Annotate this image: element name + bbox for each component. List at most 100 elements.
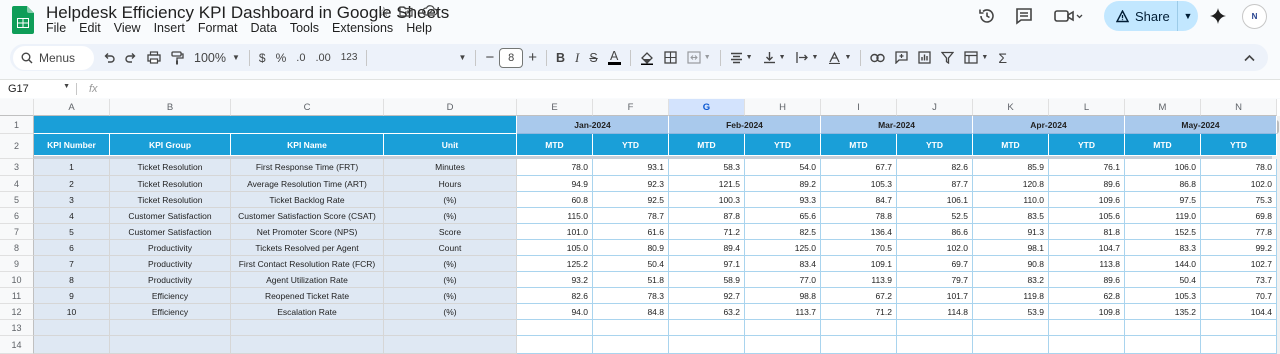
period-header[interactable]: YTD <box>897 134 973 156</box>
period-header[interactable]: MTD <box>1125 134 1201 156</box>
period-header[interactable]: MTD <box>973 134 1049 156</box>
kpi-value[interactable]: 67.7 <box>821 159 897 176</box>
kpi-value[interactable]: 78.7 <box>593 208 669 224</box>
kpi-cell-num[interactable]: 7 <box>34 256 110 272</box>
cloud-saved-icon[interactable] <box>421 4 438 18</box>
search-menus[interactable]: Menus <box>13 45 94 70</box>
menu-insert[interactable]: Insert <box>154 21 185 35</box>
empty-cell[interactable] <box>973 320 1049 336</box>
kpi-value[interactable]: 71.2 <box>669 224 745 240</box>
empty-cell[interactable] <box>897 336 973 354</box>
kpi-value[interactable]: 119.8 <box>973 288 1049 304</box>
empty-cell[interactable] <box>1049 336 1125 354</box>
kpi-value[interactable]: 102.7 <box>1201 256 1277 272</box>
period-header[interactable]: YTD <box>1049 134 1125 156</box>
kpi-value[interactable]: 67.2 <box>821 288 897 304</box>
menu-format[interactable]: Format <box>198 21 238 35</box>
empty-cell[interactable] <box>669 336 745 354</box>
kpi-value[interactable]: 86.8 <box>1125 176 1201 192</box>
period-header[interactable]: MTD <box>669 134 745 156</box>
row-header-5[interactable]: 5 <box>0 192 34 208</box>
row-header-9[interactable]: 9 <box>0 256 34 272</box>
kpi-value[interactable]: 76.1 <box>1049 159 1125 176</box>
decrease-decimal-button[interactable]: .0 <box>291 46 310 70</box>
kpi-cell-name[interactable]: Reopened Ticket Rate <box>231 288 384 304</box>
horizontal-align-button[interactable]: ▼ <box>725 46 758 70</box>
kpi-value[interactable]: 61.6 <box>593 224 669 240</box>
kpi-value[interactable]: 100.3 <box>669 192 745 208</box>
kpi-value[interactable]: 78.0 <box>517 159 593 176</box>
kpi-value[interactable]: 84.8 <box>593 304 669 320</box>
kpi-value[interactable]: 136.4 <box>821 224 897 240</box>
insert-link-button[interactable] <box>865 46 890 70</box>
kpi-value[interactable]: 113.9 <box>821 272 897 288</box>
kpi-value[interactable]: 71.2 <box>821 304 897 320</box>
kpi-value[interactable]: 51.8 <box>593 272 669 288</box>
kpi-cell-unit[interactable]: Score <box>384 224 517 240</box>
kpi-value[interactable]: 109.1 <box>821 256 897 272</box>
empty-cell[interactable] <box>384 320 517 336</box>
kpi-value[interactable]: 77.8 <box>1201 224 1277 240</box>
kpi-value[interactable]: 82.6 <box>897 159 973 176</box>
empty-cell[interactable] <box>517 336 593 354</box>
kpi-cell-group[interactable]: Efficiency <box>110 288 231 304</box>
kpi-value[interactable]: 119.0 <box>1125 208 1201 224</box>
kpi-cell-num[interactable]: 4 <box>34 208 110 224</box>
empty-cell[interactable] <box>1125 320 1201 336</box>
kpi-value[interactable]: 98.1 <box>973 240 1049 256</box>
column-header-k[interactable]: K <box>973 99 1049 116</box>
period-header[interactable]: YTD <box>593 134 669 156</box>
kpi-cell-num[interactable]: 3 <box>34 192 110 208</box>
column-header-h[interactable]: H <box>745 99 821 116</box>
kpi-value[interactable]: 101.7 <box>897 288 973 304</box>
empty-cell[interactable] <box>110 320 231 336</box>
kpi-value[interactable]: 70.5 <box>821 240 897 256</box>
kpi-value[interactable]: 83.2 <box>973 272 1049 288</box>
column-header-j[interactable]: J <box>897 99 973 116</box>
column-header-l[interactable]: L <box>1049 99 1125 116</box>
kpi-value[interactable]: 53.9 <box>973 304 1049 320</box>
empty-cell[interactable] <box>821 320 897 336</box>
column-header-e[interactable]: E <box>517 99 593 116</box>
kpi-cell-num[interactable]: 8 <box>34 272 110 288</box>
star-icon[interactable]: ☆ <box>378 4 390 20</box>
kpi-value[interactable]: 82.6 <box>517 288 593 304</box>
kpi-value[interactable]: 102.0 <box>897 240 973 256</box>
kpi-value[interactable]: 109.8 <box>1049 304 1125 320</box>
kpi-value[interactable]: 105.0 <box>517 240 593 256</box>
kpi-value[interactable]: 144.0 <box>1125 256 1201 272</box>
kpi-value[interactable]: 113.8 <box>1049 256 1125 272</box>
kpi-cell-group[interactable]: Ticket Resolution <box>110 192 231 208</box>
column-header-f[interactable]: F <box>593 99 669 116</box>
undo-button[interactable] <box>98 46 120 70</box>
kpi-cell-unit[interactable]: (%) <box>384 256 517 272</box>
kpi-value[interactable]: 82.5 <box>745 224 821 240</box>
kpi-cell-name[interactable]: Escalation Rate <box>231 304 384 320</box>
empty-cell[interactable] <box>1049 320 1125 336</box>
currency-format-button[interactable]: $ <box>254 46 271 70</box>
collapse-toolbar-button[interactable] <box>1239 46 1260 70</box>
kpi-value[interactable]: 69.8 <box>1201 208 1277 224</box>
kpi-value[interactable]: 75.3 <box>1201 192 1277 208</box>
kpi-value[interactable]: 50.4 <box>593 256 669 272</box>
zoom-select[interactable]: 100% ▼ <box>189 46 245 70</box>
period-header[interactable]: YTD <box>1201 134 1277 156</box>
kpi-value[interactable]: 93.2 <box>517 272 593 288</box>
kpi-cell-name[interactable]: First Response Time (FRT) <box>231 159 384 176</box>
empty-cell[interactable] <box>34 336 110 354</box>
kpi-cell-group[interactable]: Customer Satisfaction <box>110 208 231 224</box>
kpi-value[interactable]: 89.6 <box>1049 272 1125 288</box>
kpi-value[interactable]: 83.3 <box>1125 240 1201 256</box>
kpi-cell-num[interactable]: 1 <box>34 159 110 176</box>
kpi-value[interactable]: 92.3 <box>593 176 669 192</box>
kpi-value[interactable]: 78.8 <box>821 208 897 224</box>
kpi-value[interactable]: 99.2 <box>1201 240 1277 256</box>
menu-file[interactable]: File <box>46 21 66 35</box>
kpi-cell-unit[interactable]: (%) <box>384 208 517 224</box>
spreadsheet-grid[interactable]: A B C D E F G H I J K L M N 1 2 3 4 5 6 7 8 9 10 11 12 13 14 Jan-202… <box>0 99 1280 354</box>
kpi-value[interactable]: 94.0 <box>517 304 593 320</box>
month-header[interactable]: May-2024 <box>1125 116 1277 134</box>
kpi-value[interactable]: 97.5 <box>1125 192 1201 208</box>
kpi-cell-unit[interactable]: Minutes <box>384 159 517 176</box>
font-size-field[interactable]: 8 <box>499 47 524 68</box>
